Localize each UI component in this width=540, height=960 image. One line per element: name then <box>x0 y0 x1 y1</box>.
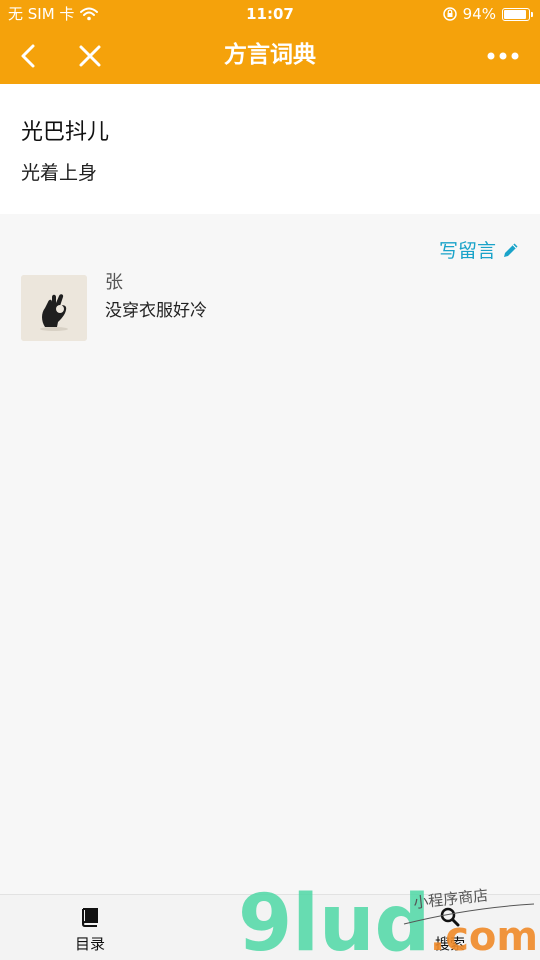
more-icon[interactable] <box>486 42 520 70</box>
search-icon <box>440 907 460 927</box>
write-comment-button[interactable]: 写留言 <box>439 236 520 263</box>
battery-level <box>504 9 526 19</box>
book-icon <box>81 908 98 927</box>
tab-catalog-label: 目录 <box>74 935 105 953</box>
orientation-lock-icon <box>442 7 457 21</box>
tab-search-label: 搜索 <box>434 935 465 953</box>
entry-word: 光巴抖儿 <box>21 120 110 145</box>
status-right: 94% <box>442 0 533 28</box>
comment-author: 张 <box>105 272 123 293</box>
avatar <box>21 275 87 341</box>
write-comment-label: 写留言 <box>438 240 496 262</box>
nav-bar: 方言词典 <box>0 28 540 84</box>
dictionary-entry: 光巴抖儿 光着上身 <box>0 84 540 214</box>
status-bar: 无 SIM 卡 11:07 94% <box>0 0 540 28</box>
battery-percent: 94% <box>462 5 496 23</box>
comment-text: 没穿衣服好冷 <box>105 301 207 321</box>
tab-catalog[interactable]: 目录 <box>30 895 150 960</box>
top-bar: 无 SIM 卡 11:07 94% 方言词典 <box>0 0 540 84</box>
battery-icon <box>502 7 533 21</box>
tab-search[interactable]: 搜索 <box>390 895 510 960</box>
chevron-left-icon[interactable] <box>14 40 42 72</box>
pencil-icon <box>504 243 518 257</box>
ok-hand-avatar <box>21 275 87 341</box>
tab-bar: 目录 搜索 <box>0 894 540 960</box>
close-icon[interactable] <box>76 40 104 72</box>
comment-item: 张 没穿衣服好冷 <box>21 268 521 348</box>
entry-meaning: 光着上身 <box>21 162 98 184</box>
